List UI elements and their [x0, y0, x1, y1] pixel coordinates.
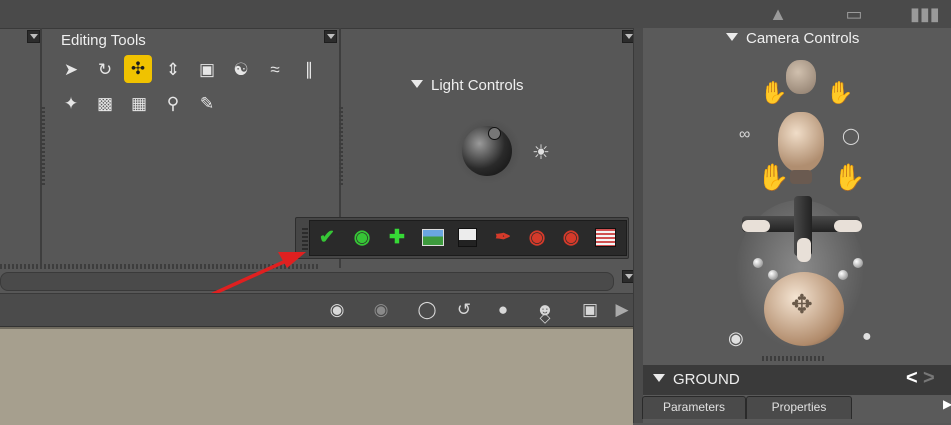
pointing-hand-down-icon[interactable]: [797, 238, 811, 262]
pointing-hand-right-icon[interactable]: [834, 220, 862, 232]
neck-icon: [790, 170, 812, 184]
right-hand-cam-icon[interactable]: ✋: [833, 162, 865, 193]
view-toolbar: ◉ ◉ ◯ ↺ ● ☻ ◇ ▣ ▶: [0, 293, 636, 327]
ground-title: GROUND: [653, 371, 740, 388]
film-camera-icon[interactable]: ▣: [576, 297, 604, 323]
tab-properties[interactable]: Properties: [746, 396, 852, 419]
arrow-right-icon[interactable]: ▶: [612, 297, 632, 323]
ball-right-2-icon[interactable]: [838, 270, 848, 280]
hand-left-icon[interactable]: ✋: [760, 80, 787, 106]
ball-right-icon[interactable]: [853, 258, 863, 268]
resize-grip[interactable]: [762, 356, 826, 361]
camera-frame-icon[interactable]: ◯: [413, 297, 441, 323]
move-arrows-icon[interactable]: ✥: [791, 290, 813, 318]
pointing-hand-left-icon[interactable]: [742, 220, 770, 232]
right-foot-icon[interactable]: ◯: [842, 126, 860, 146]
trackball-icon[interactable]: ●: [489, 297, 517, 323]
camera-frame-small-icon[interactable]: ◉: [728, 328, 744, 349]
viewport-canvas[interactable]: [0, 327, 633, 425]
tab-parameters[interactable]: Parameters: [642, 396, 746, 419]
collapse-triangle-icon[interactable]: [726, 33, 738, 41]
head-small-icon[interactable]: [786, 60, 816, 94]
camera-disabled-icon: ◉: [373, 300, 389, 319]
orbit-small-icon[interactable]: ●: [862, 328, 872, 346]
left-foot-icon[interactable]: ∞: [739, 126, 750, 144]
orbit-icon[interactable]: ↺: [450, 297, 478, 323]
camera-icon[interactable]: ◉: [323, 297, 351, 323]
collapse-triangle-icon[interactable]: [653, 374, 665, 382]
next-object-button[interactable]: >: [923, 367, 935, 390]
ball-left-icon[interactable]: [753, 258, 763, 268]
hand-right-icon[interactable]: ✋: [826, 80, 853, 106]
camera-controls-title: Camera Controls: [726, 30, 859, 47]
move-xz-icon[interactable]: ◇: [531, 310, 559, 324]
prev-object-button[interactable]: <: [906, 367, 918, 390]
ball-left-2-icon[interactable]: [768, 270, 778, 280]
left-hand-cam-icon[interactable]: ✋: [757, 162, 789, 193]
tab-scroll-arrow-icon[interactable]: ▶: [943, 397, 951, 411]
